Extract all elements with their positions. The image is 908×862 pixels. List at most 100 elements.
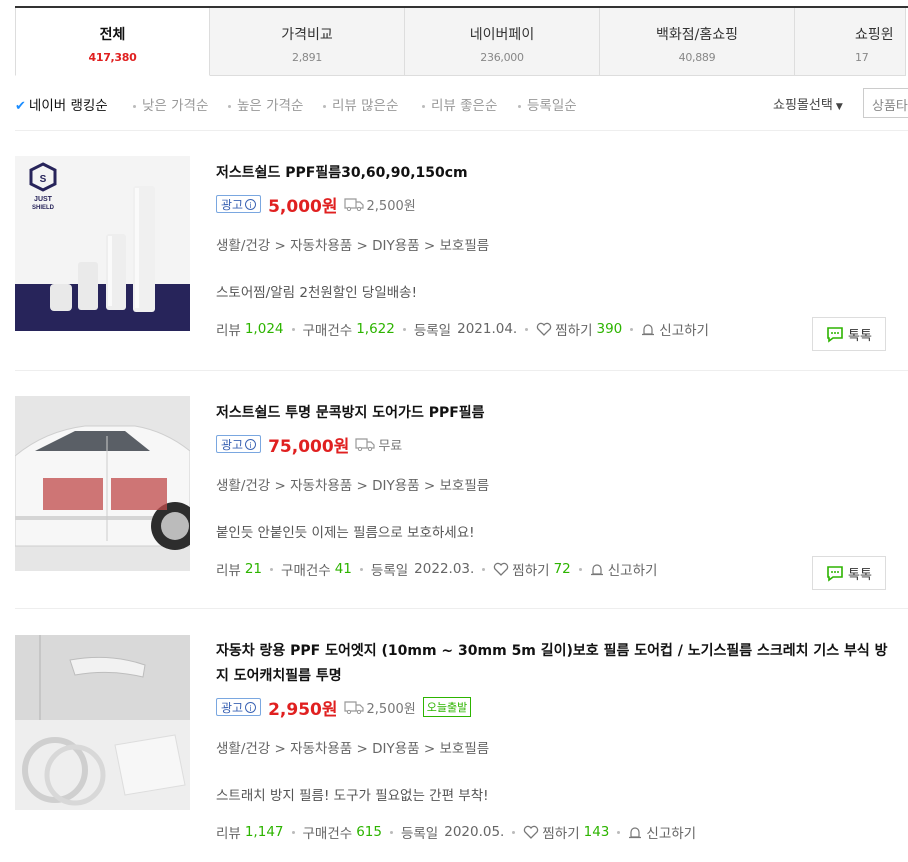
product-description: 붙인듯 안붙인듯 이제는 필름으로 보호하세요!: [216, 525, 475, 541]
review-label: 리뷰: [216, 323, 241, 339]
review-count[interactable]: 1,024: [245, 321, 284, 337]
dot-icon: [270, 567, 274, 571]
product-filter-input[interactable]: 상품타: [863, 88, 908, 118]
report-button[interactable]: 신고하기: [590, 559, 658, 579]
siren-icon: [629, 827, 642, 839]
product-category[interactable]: 생활/건강 > 자동차용품 > DIY용품 > 보호필름: [216, 474, 896, 494]
registered-label: 등록일: [370, 563, 409, 579]
product-info: 자동차 랑용 PPF 도어엣지 (10mm ~ 30mm 5m 길이)보호 필름…: [216, 639, 896, 842]
heart-icon: [537, 322, 552, 336]
sort-review-score[interactable]: 리뷰 좋은순: [422, 94, 497, 114]
info-icon: i: [245, 438, 257, 450]
dot-icon: [518, 104, 521, 108]
sort-label: 네이버 랭킹순: [28, 98, 108, 114]
review-label: 리뷰: [216, 826, 241, 842]
registered-date: 2022.03.: [414, 561, 475, 577]
ad-label: 광고: [221, 700, 244, 715]
product-title[interactable]: 자동차 랑용 PPF 도어엣지 (10mm ~ 30mm 5m 길이)보호 필름…: [216, 639, 896, 689]
tab-shopping-window[interactable]: 쇼핑윈 17: [795, 8, 906, 76]
tab-price-compare[interactable]: 가격비교 2,891: [210, 8, 405, 76]
divider: [15, 130, 908, 131]
wish-button[interactable]: 찜하기 143: [523, 822, 609, 842]
product-price[interactable]: 2,950원: [268, 695, 337, 720]
tab-all[interactable]: 전체 417,380: [15, 8, 210, 76]
dot-icon: [525, 327, 529, 331]
product-image[interactable]: [15, 396, 190, 571]
sort-ranking[interactable]: ✔ 네이버 랭킹순: [15, 94, 108, 114]
tab-count: 236,000: [480, 51, 524, 64]
shipping-fee: 무료: [355, 435, 402, 454]
sort-date[interactable]: 등록일순: [518, 94, 577, 114]
dot-icon: [133, 104, 136, 108]
shipping-value: 무료: [378, 438, 403, 454]
product-image[interactable]: [15, 635, 190, 810]
info-icon: i: [245, 701, 257, 713]
sort-low-price[interactable]: 낮은 가격순: [133, 94, 208, 114]
tab-naverpay[interactable]: 네이버페이 236,000: [405, 8, 600, 76]
review-count[interactable]: 21: [245, 561, 262, 577]
product-title[interactable]: 저스트쉴드 PPF필름30,60,90,150cm: [216, 161, 896, 186]
report-label: 신고하기: [659, 323, 709, 339]
sort-bar: ✔ 네이버 랭킹순 낮은 가격순 높은 가격순 리뷰 많은순 리뷰 좋은순 등록일…: [15, 88, 908, 118]
purchase-count: 1,622: [356, 321, 395, 337]
tab-label: 백화점/홈쇼핑: [656, 27, 738, 43]
wish-button[interactable]: 찜하기 390: [536, 319, 622, 339]
price-row: 광고 i 5,000원 2,500원: [216, 191, 896, 217]
product-price[interactable]: 5,000원: [268, 192, 337, 217]
sort-label: 낮은 가격순: [142, 98, 209, 114]
review-count[interactable]: 1,147: [245, 824, 284, 840]
price-row: 광고 i 2,950원 2,500원 오늘출발: [216, 694, 896, 720]
sort-label: 리뷰 많은순: [332, 98, 399, 114]
product-meta: 리뷰 21 구매건수 41 등록일 2022.03. 찜하기 72 신고하기: [216, 559, 896, 579]
tab-count: 417,380: [88, 51, 137, 64]
siren-icon: [642, 324, 655, 336]
registered-date: 2020.05.: [444, 824, 505, 840]
info-icon: i: [245, 198, 257, 210]
mall-select-dropdown[interactable]: 쇼핑몰선택 ▼: [773, 94, 843, 113]
ad-badge[interactable]: 광고 i: [216, 195, 262, 213]
product-description: 스트래치 방지 필름! 도구가 필요없는 간편 부착!: [216, 788, 489, 804]
ad-badge[interactable]: 광고 i: [216, 435, 262, 453]
purchase-count: 615: [356, 824, 382, 840]
registered-label: 등록일: [413, 323, 452, 339]
registered-date: 2021.04.: [457, 321, 518, 337]
dot-icon: [323, 104, 326, 108]
shipping-fee: 2,500원: [343, 195, 416, 214]
report-button[interactable]: 신고하기: [641, 319, 709, 339]
tab-department-store[interactable]: 백화점/홈쇼핑 40,889: [600, 8, 795, 76]
truck-icon: [355, 438, 375, 451]
talk-label: 톡톡: [848, 567, 872, 583]
product-category[interactable]: 생활/건강 > 자동차용품 > DIY용품 > 보호필름: [216, 234, 896, 254]
product-title[interactable]: 저스트쉴드 투명 문콕방지 도어가드 PPF필름: [216, 401, 896, 426]
product-category[interactable]: 생활/건강 > 자동차용품 > DIY용품 > 보호필름: [216, 737, 896, 757]
svg-text:S: S: [40, 174, 47, 185]
caret-down-icon: ▼: [835, 102, 843, 112]
category-tabs: 전체 417,380 가격비교 2,891 네이버페이 236,000 백화점/…: [15, 6, 908, 76]
product-price[interactable]: 75,000원: [268, 432, 349, 457]
wish-count: 143: [583, 824, 610, 840]
talk-label: 톡톡: [848, 328, 872, 344]
check-icon: ✔: [15, 99, 26, 114]
dot-icon: [359, 567, 363, 571]
dot-icon: [291, 327, 295, 331]
heart-icon: [524, 825, 539, 839]
registered-label: 등록일: [400, 826, 439, 842]
product-image[interactable]: S JUST SHIELD: [15, 156, 190, 331]
sort-high-price[interactable]: 높은 가격순: [228, 94, 303, 114]
purchase-label: 구매건수: [302, 826, 353, 842]
tab-count: 2,891: [292, 51, 322, 64]
sort-review-count[interactable]: 리뷰 많은순: [323, 94, 398, 114]
report-label: 신고하기: [607, 563, 658, 579]
wish-button[interactable]: 찜하기 72: [493, 559, 571, 579]
talktalk-button[interactable]: 톡톡: [812, 317, 886, 351]
chat-icon: [827, 326, 843, 343]
ad-badge[interactable]: 광고 i: [216, 698, 262, 716]
chat-icon: [827, 565, 843, 582]
sort-label: 높은 가격순: [237, 98, 304, 114]
product-meta: 리뷰 1,147 구매건수 615 등록일 2020.05. 찜하기 143 신고하기: [216, 822, 896, 842]
dot-icon: [422, 104, 425, 108]
dot-icon: [578, 567, 582, 571]
report-button[interactable]: 신고하기: [628, 822, 696, 842]
shipping-value: 2,500원: [366, 198, 416, 214]
talktalk-button[interactable]: 톡톡: [812, 556, 886, 590]
